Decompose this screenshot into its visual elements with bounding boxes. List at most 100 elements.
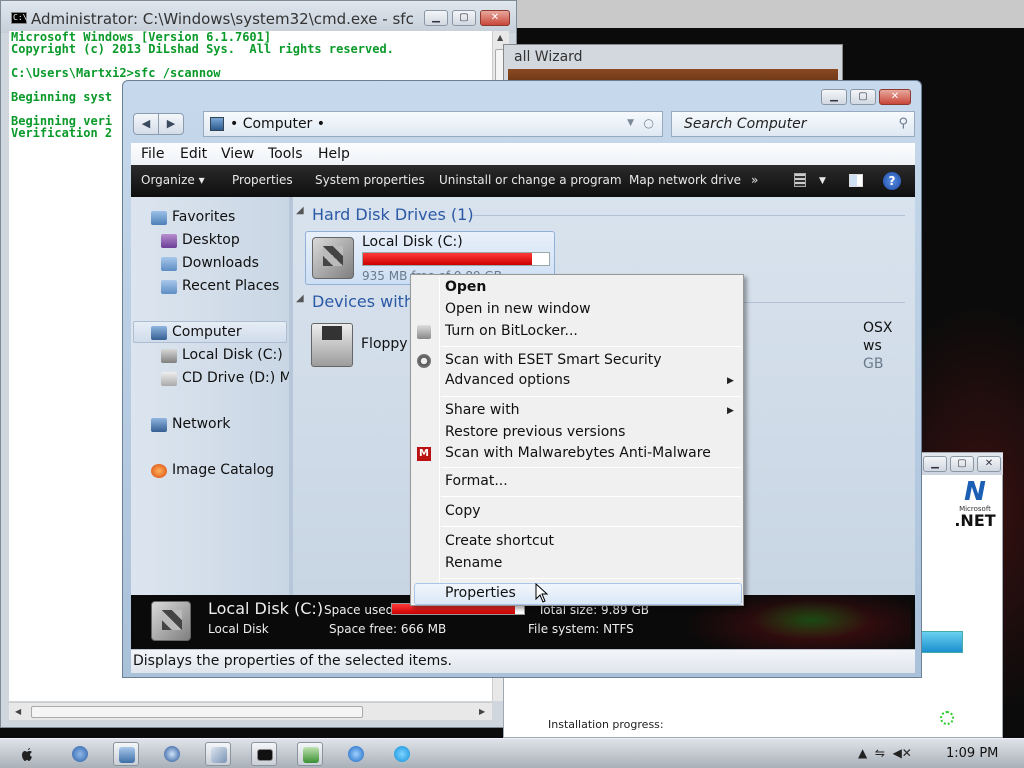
search-box[interactable]: Search Computer ⚲ <box>671 111 915 137</box>
close-button[interactable]: ✕ <box>480 10 510 26</box>
taskbar-app-explorer[interactable] <box>113 742 139 766</box>
device-label-partial[interactable]: OSX <box>863 320 893 336</box>
scroll-thumb[interactable] <box>31 706 363 718</box>
network-status-icon[interactable]: ⇋ <box>875 746 885 760</box>
taskbar-app-search[interactable] <box>159 742 185 766</box>
change-view-icon[interactable] <box>794 173 806 187</box>
system-properties-button[interactable]: System properties <box>315 173 425 187</box>
details-drive-name: Local Disk (C:) <box>208 599 324 618</box>
nav-favorites[interactable]: Favorites <box>172 209 235 225</box>
taskbar-app-cmd[interactable] <box>251 742 277 766</box>
breadcrumb-computer[interactable]: Computer <box>243 116 313 132</box>
close-button[interactable]: ✕ <box>977 456 1001 472</box>
network-icon <box>151 418 167 432</box>
details-file-system: File system: NTFS <box>528 622 634 636</box>
forward-button[interactable]: ▶ <box>158 113 184 135</box>
menu-item-restore-previous[interactable]: Restore previous versions <box>445 424 625 440</box>
organize-button[interactable]: Organize ▾ <box>141 173 205 187</box>
menu-separator <box>441 346 741 347</box>
taskbar-app-ie[interactable] <box>343 742 369 766</box>
minimize-button[interactable]: ▁ <box>424 10 448 26</box>
group-hard-disk-drives[interactable]: Hard Disk Drives (1) <box>312 205 474 224</box>
menu-edit[interactable]: Edit <box>180 146 207 162</box>
menu-item-copy[interactable]: Copy <box>445 503 481 519</box>
menu-help[interactable]: Help <box>318 146 350 162</box>
address-bar[interactable]: • Computer • ▼ ○ <box>203 111 663 137</box>
properties-button[interactable]: Properties <box>232 173 293 187</box>
tray-expand-icon[interactable]: ▲ <box>858 746 867 760</box>
menu-item-create-shortcut[interactable]: Create shortcut <box>445 533 554 549</box>
uninstall-program-button[interactable]: Uninstall or change a program <box>439 173 622 187</box>
nav-downloads[interactable]: Downloads <box>182 255 259 271</box>
menu-item-format[interactable]: Format... <box>445 473 508 489</box>
taskbar-app-installer[interactable] <box>297 742 323 766</box>
menu-file[interactable]: File <box>141 146 164 162</box>
organize-label: Organize <box>141 173 195 187</box>
address-dropdown-icon[interactable]: ▼ <box>627 118 634 128</box>
submenu-arrow-icon: ▶ <box>727 376 734 386</box>
taskbar-app-wizard[interactable] <box>205 742 231 766</box>
nav-local-disk-c[interactable]: Local Disk (C:) <box>182 347 283 363</box>
menu-item-share-with[interactable]: Share with <box>445 402 520 418</box>
bitlocker-icon <box>417 325 431 339</box>
taskbar-app-browser[interactable] <box>67 742 93 766</box>
group-divider <box>743 302 905 303</box>
preview-pane-icon[interactable] <box>849 174 863 187</box>
nav-cd-drive-d[interactable]: CD Drive (D:) M <box>182 370 289 386</box>
floppy-disk-icon[interactable] <box>311 323 353 367</box>
taskbar-clock[interactable]: 1:09 PM <box>946 746 998 761</box>
more-commands-button[interactable]: » <box>751 173 758 187</box>
taskbar-app-skype[interactable] <box>389 742 415 766</box>
drive-usage-fill <box>363 253 533 265</box>
scroll-up-arrow-icon[interactable]: ▲ <box>497 33 503 42</box>
menu-item-bitlocker[interactable]: Turn on BitLocker... <box>445 323 578 339</box>
navigation-pane[interactable]: Favorites Desktop Downloads Recent Place… <box>131 197 289 595</box>
maximize-button[interactable]: ▢ <box>950 456 974 472</box>
scroll-left-arrow-icon[interactable]: ◀ <box>15 707 21 716</box>
menu-tools[interactable]: Tools <box>268 146 303 162</box>
collapse-arrow-icon[interactable]: ◢ <box>296 293 304 304</box>
installation-progress-label: Installation progress: <box>548 718 664 731</box>
maximize-button[interactable]: ▢ <box>452 10 476 26</box>
horizontal-scrollbar[interactable]: ◀ ▶ <box>9 702 492 720</box>
search-input[interactable]: Search Computer <box>684 116 806 132</box>
cmd-icon <box>257 749 273 761</box>
view-dropdown-icon[interactable]: ▼ <box>819 176 826 186</box>
submenu-arrow-icon: ▶ <box>727 406 734 416</box>
installer-titlebar[interactable]: ▁ ▢ ✕ <box>919 453 1003 475</box>
menu-item-open-new-window[interactable]: Open in new window <box>445 301 591 317</box>
scroll-right-arrow-icon[interactable]: ▶ <box>479 707 485 716</box>
menu-item-scan-eset[interactable]: Scan with ESET Smart Security <box>445 352 662 368</box>
folder-icon <box>119 747 135 763</box>
start-button[interactable] <box>14 742 40 766</box>
hard-drive-icon <box>312 237 354 279</box>
menu-item-advanced-options[interactable]: Advanced options <box>445 372 570 388</box>
menu-separator <box>441 396 741 397</box>
minimize-button[interactable]: ▁ <box>923 456 947 472</box>
nav-desktop[interactable]: Desktop <box>182 232 240 248</box>
magnifier-icon <box>164 746 180 762</box>
menu-item-rename[interactable]: Rename <box>445 555 502 571</box>
collapse-arrow-icon[interactable]: ◢ <box>296 205 304 216</box>
menu-item-scan-malwarebytes[interactable]: Scan with Malwarebytes Anti-Malware <box>445 445 711 461</box>
close-button[interactable]: ✕ <box>879 89 911 105</box>
menu-item-open[interactable]: Open <box>445 279 486 295</box>
volume-icon[interactable]: ◀✕ <box>893 746 912 760</box>
refresh-icon[interactable]: ○ <box>644 116 654 130</box>
breadcrumb[interactable]: • Computer • <box>230 116 325 132</box>
floppy-label[interactable]: Floppy <box>361 336 408 352</box>
nav-image-catalog[interactable]: Image Catalog <box>172 462 274 478</box>
nav-recent-places[interactable]: Recent Places <box>182 278 279 294</box>
maximize-button[interactable]: ▢ <box>850 89 876 105</box>
menu-item-properties[interactable]: Properties <box>445 585 516 601</box>
map-network-drive-button[interactable]: Map network drive <box>629 173 741 187</box>
minimize-button[interactable]: ▁ <box>821 89 847 105</box>
help-icon[interactable]: ? <box>883 172 901 190</box>
nav-network[interactable]: Network <box>172 416 230 432</box>
back-button[interactable]: ◀ <box>133 113 159 135</box>
context-menu[interactable]: Open Open in new window Turn on BitLocke… <box>410 274 744 606</box>
nav-computer[interactable]: Computer <box>172 324 242 340</box>
menu-view[interactable]: View <box>221 146 254 162</box>
cmd-titlebar[interactable]: C:\ Administrator: C:\Windows\system32\c… <box>1 1 516 33</box>
search-icon[interactable]: ⚲ <box>898 116 908 131</box>
